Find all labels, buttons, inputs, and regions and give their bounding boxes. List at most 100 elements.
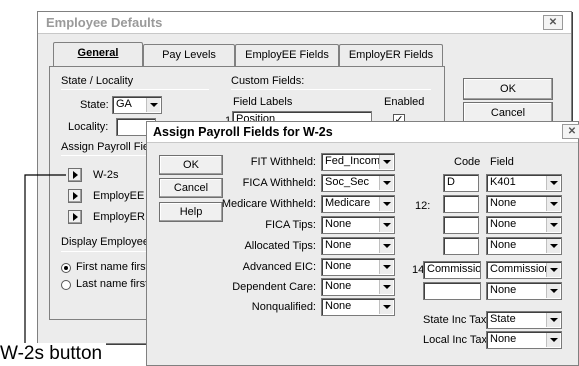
box12-field-value-2: None: [490, 197, 517, 209]
medicare-withheld-select[interactable]: Medicare: [321, 195, 395, 213]
last-name-first-radio[interactable]: [61, 280, 71, 290]
tab-employee-fields-label: EmployEE Fields: [245, 49, 329, 61]
tab-pay-levels[interactable]: Pay Levels: [143, 44, 235, 66]
fica-tips-value: None: [325, 218, 352, 230]
advanced-eic-select[interactable]: None: [321, 258, 395, 276]
state-label: State:: [80, 99, 109, 111]
dialog-cancel-label: Cancel: [173, 182, 209, 194]
box14-code-input-2[interactable]: [423, 282, 481, 300]
box12-field-value-1: K401: [490, 176, 516, 188]
local-inc-tax-value: None: [490, 333, 517, 345]
chevron-down-icon: [546, 333, 560, 347]
box14-field-value-1: Commission: [490, 263, 551, 275]
local-inc-tax-select[interactable]: None: [486, 331, 562, 349]
field-header: Field: [490, 156, 514, 168]
enabled-header: Enabled: [384, 96, 425, 108]
main-cancel-label: Cancel: [490, 107, 526, 119]
dependent-care-label: Dependent Care:: [232, 281, 316, 293]
tab-general-label: General: [77, 47, 119, 59]
fica-withheld-select[interactable]: Soc_Sec: [321, 174, 395, 192]
nonqualified-select[interactable]: None: [321, 298, 395, 316]
box12-code-input-4[interactable]: [443, 237, 479, 255]
box12-label: 12:: [415, 200, 431, 212]
allocated-tips-label: Allocated Tips:: [244, 240, 316, 252]
tab-general[interactable]: General: [53, 42, 143, 66]
chevron-down-icon: [379, 300, 393, 314]
fica-withheld-value: Soc_Sec: [325, 176, 370, 188]
local-inc-tax-label: Local Inc Tax:: [423, 334, 491, 346]
assign-w2s-dialog: Assign Payroll Fields for W-2s ✕ OK Canc…: [146, 121, 579, 366]
box12-field-select-2[interactable]: None: [486, 195, 562, 213]
box12-code-input-3[interactable]: [443, 216, 479, 234]
state-inc-tax-select[interactable]: State: [486, 311, 562, 329]
dialog-ok-button[interactable]: OK: [159, 155, 223, 175]
dialog-cancel-button[interactable]: Cancel: [159, 178, 223, 198]
fit-withheld-label: FIT Withheld:: [250, 156, 316, 168]
dialog-help-button[interactable]: Help: [159, 202, 223, 222]
first-name-first-radio[interactable]: [61, 263, 71, 273]
dependent-care-value: None: [325, 280, 352, 292]
box12-code-value-1: D: [447, 176, 455, 188]
box14-field-select-1[interactable]: Commission: [486, 261, 562, 279]
nonqualified-value: None: [325, 300, 352, 312]
tab-employee-fields[interactable]: EmployEE Fields: [235, 44, 339, 66]
box14-code-input-1[interactable]: Commissions: [423, 261, 481, 279]
box12-field-select-4[interactable]: None: [486, 237, 562, 255]
assign-payroll-divider: [61, 155, 149, 156]
chevron-down-icon: [379, 280, 393, 294]
code-header: Code: [454, 156, 481, 168]
employee-payroll-button[interactable]: [68, 189, 82, 203]
dialog-ok-label: OK: [183, 159, 199, 171]
advanced-eic-label: Advanced EIC:: [242, 261, 316, 273]
box14-field-value-2: None: [490, 284, 517, 296]
chevron-down-icon: [546, 313, 560, 327]
medicare-withheld-value: Medicare: [325, 197, 371, 209]
tab-pay-levels-label: Pay Levels: [162, 49, 216, 61]
box12-code-input-2[interactable]: [443, 195, 479, 213]
box14-code-value-1: Commissions: [427, 263, 481, 275]
dependent-care-select[interactable]: None: [321, 278, 395, 296]
fica-tips-select[interactable]: None: [321, 216, 395, 234]
chevron-down-icon: [379, 218, 393, 232]
chevron-down-icon: [546, 284, 560, 298]
allocated-tips-select[interactable]: None: [321, 237, 395, 255]
callout-text: W-2s button: [0, 343, 107, 365]
chevron-down-icon: [379, 239, 393, 253]
state-inc-tax-value: State: [490, 313, 516, 325]
box12-field-value-4: None: [490, 239, 517, 251]
allocated-tips-value: None: [325, 239, 352, 251]
state-locality-divider: [61, 89, 209, 90]
main-ok-label: OK: [500, 83, 516, 95]
box12-field-select-3[interactable]: None: [486, 216, 562, 234]
fica-tips-label: FICA Tips:: [265, 219, 316, 231]
chevron-down-icon: [379, 176, 393, 190]
locality-label: Locality:: [68, 121, 109, 133]
fit-withheld-select[interactable]: Fed_Income: [321, 153, 395, 171]
chevron-down-icon: [146, 98, 160, 112]
display-name-divider: [61, 251, 149, 252]
advanced-eic-value: None: [325, 260, 352, 272]
state-select-value: GA: [116, 98, 132, 110]
box14-field-select-2[interactable]: None: [486, 282, 562, 300]
box12-field-select-1[interactable]: K401: [486, 174, 562, 192]
state-inc-tax-label: State Inc Tax:: [423, 314, 490, 326]
dialog-close-icon[interactable]: ✕: [562, 124, 579, 139]
w2s-button[interactable]: [68, 168, 82, 182]
close-icon[interactable]: ✕: [543, 15, 563, 30]
chevron-down-icon: [546, 176, 560, 190]
field-labels-header: Field Labels: [233, 96, 293, 108]
chevron-down-icon: [546, 263, 560, 277]
state-locality-heading: State / Locality: [61, 75, 134, 87]
box12-code-input-1[interactable]: D: [443, 174, 479, 192]
w2s-label: W-2s: [93, 169, 119, 181]
nonqualified-label: Nonqualified:: [251, 301, 316, 313]
tab-employer-fields[interactable]: EmployER Fields: [339, 44, 443, 66]
employer-payroll-button[interactable]: [68, 210, 82, 224]
window-title: Employee Defaults: [46, 15, 163, 30]
tab-employer-fields-label: EmployER Fields: [348, 49, 434, 61]
state-select[interactable]: GA: [112, 96, 162, 114]
fit-withheld-value: Fed_Income: [325, 155, 387, 167]
main-ok-button[interactable]: OK: [463, 78, 553, 100]
dialog-help-label: Help: [179, 206, 203, 218]
medicare-withheld-label: Medicare Withheld:: [221, 198, 316, 210]
